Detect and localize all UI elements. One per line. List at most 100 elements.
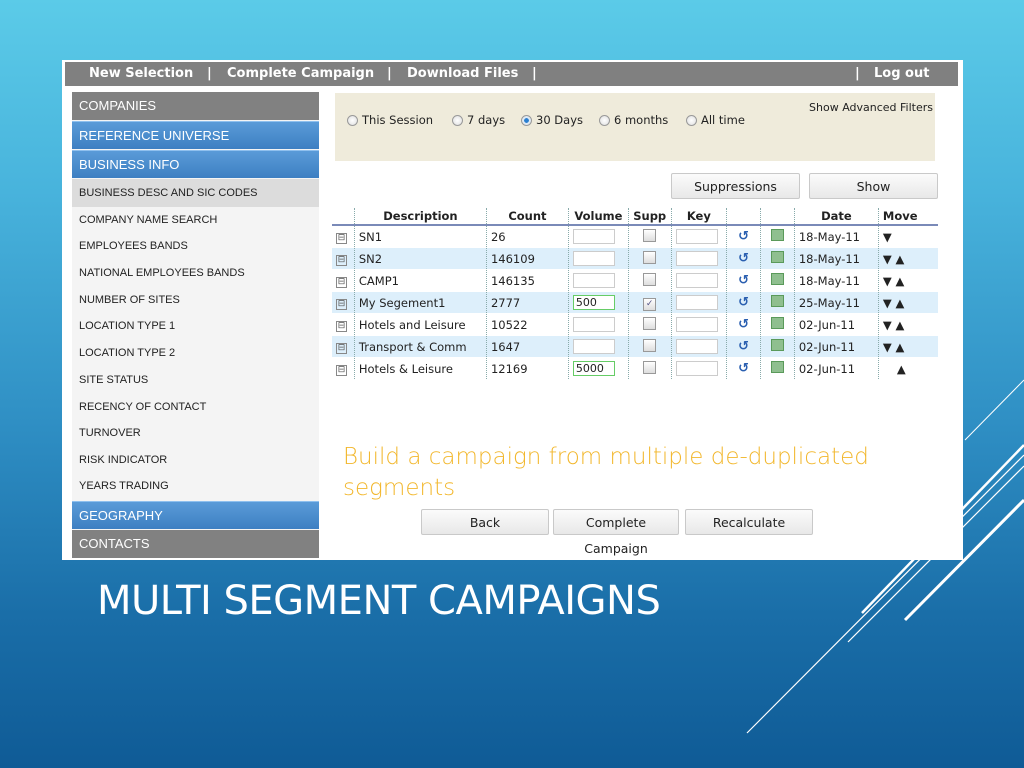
collapse-icon[interactable]: ⊟ bbox=[336, 321, 347, 332]
move-down-icon[interactable]: ▼ bbox=[883, 230, 892, 244]
sidebar-section-contacts[interactable]: CONTACTS bbox=[72, 530, 319, 558]
col-header-key[interactable]: Key bbox=[670, 208, 727, 226]
key-input[interactable] bbox=[675, 295, 718, 310]
complete-campaign-button[interactable]: Complete Campaign bbox=[553, 509, 679, 556]
sidebar-item-location-type-1[interactable]: LOCATION TYPE 1 bbox=[72, 313, 319, 339]
col-header-count[interactable]: Count bbox=[485, 208, 569, 226]
collapse-icon[interactable]: ⊟ bbox=[336, 365, 347, 376]
sidebar-section-business-info[interactable]: BUSINESS INFO bbox=[72, 150, 319, 178]
collapse-icon[interactable]: ⊟ bbox=[336, 343, 347, 354]
volume-input[interactable] bbox=[572, 273, 615, 288]
sidebar-item-turnover[interactable]: TURNOVER bbox=[72, 420, 319, 446]
slide-title: MULTI SEGMENT CAMPAIGNS bbox=[97, 578, 661, 624]
move-down-icon[interactable]: ▼ bbox=[883, 296, 892, 310]
supp-checkbox[interactable] bbox=[643, 250, 657, 264]
move-up-icon[interactable]: ▲ bbox=[895, 296, 904, 310]
radio-label: 6 months bbox=[614, 113, 669, 127]
move-down-icon[interactable]: ▼ bbox=[883, 274, 892, 288]
supp-checkbox[interactable] bbox=[643, 360, 657, 374]
suppressions-button[interactable]: Suppressions bbox=[671, 173, 800, 199]
volume-input[interactable] bbox=[572, 229, 615, 244]
back-button[interactable]: Back bbox=[421, 509, 549, 535]
excel-icon[interactable] bbox=[770, 251, 784, 263]
supp-checkbox[interactable]: ✓ bbox=[643, 297, 657, 311]
sidebar-section-geography[interactable]: GEOGRAPHY bbox=[72, 501, 319, 529]
collapse-icon[interactable]: ⊟ bbox=[336, 233, 347, 244]
sidebar-section-companies[interactable]: COMPANIES bbox=[72, 92, 319, 120]
row-undo-cell: ↺ bbox=[726, 269, 761, 292]
sidebar-item-site-status[interactable]: SITE STATUS bbox=[72, 367, 319, 393]
key-input[interactable] bbox=[675, 229, 718, 244]
key-input[interactable] bbox=[675, 273, 718, 288]
nav-log-out[interactable]: Log out bbox=[874, 62, 929, 86]
move-down-icon[interactable]: ▼ bbox=[883, 252, 892, 266]
collapse-icon[interactable]: ⊟ bbox=[336, 255, 347, 266]
nav-download-files[interactable]: Download Files bbox=[407, 62, 518, 86]
supp-checkbox[interactable] bbox=[643, 228, 657, 242]
col-header-description[interactable]: Description bbox=[353, 208, 487, 226]
nav-new-selection[interactable]: New Selection bbox=[89, 62, 193, 86]
recalculate-button[interactable]: Recalculate bbox=[685, 509, 813, 535]
move-up-icon[interactable]: ▲ bbox=[895, 318, 904, 332]
supp-checkbox[interactable] bbox=[643, 272, 657, 286]
excel-icon[interactable] bbox=[770, 295, 784, 307]
sidebar-section-reference-universe[interactable]: REFERENCE UNIVERSE bbox=[72, 121, 319, 149]
collapse-icon[interactable]: ⊟ bbox=[336, 299, 347, 310]
row-date: 18-May-11 bbox=[793, 247, 879, 270]
sidebar-item-national-employees-bands[interactable]: NATIONAL EMPLOYEES BANDS bbox=[72, 260, 319, 286]
sidebar-item-risk-indicator[interactable]: RISK INDICATOR bbox=[72, 447, 319, 473]
radio-label: 30 Days bbox=[536, 113, 583, 127]
volume-input[interactable] bbox=[572, 339, 615, 354]
col-header-volume[interactable]: Volume bbox=[567, 208, 629, 226]
key-input[interactable] bbox=[675, 251, 718, 266]
undo-icon[interactable]: ↺ bbox=[738, 295, 749, 310]
col-header-supp[interactable]: Supp bbox=[627, 208, 671, 226]
sidebar-item-years-trading[interactable]: YEARS TRADING bbox=[72, 473, 319, 499]
nav-complete-campaign[interactable]: Complete Campaign bbox=[227, 62, 374, 86]
supp-checkbox[interactable] bbox=[643, 316, 657, 330]
volume-input[interactable] bbox=[572, 251, 615, 266]
excel-icon[interactable] bbox=[770, 229, 784, 241]
radio-all-time[interactable]: All time bbox=[686, 113, 745, 127]
undo-icon[interactable]: ↺ bbox=[738, 273, 749, 288]
sidebar-item-company-name-search[interactable]: COMPANY NAME SEARCH bbox=[72, 207, 319, 233]
key-input[interactable] bbox=[675, 317, 718, 332]
sidebar-item-employees-bands[interactable]: EMPLOYEES BANDS bbox=[72, 233, 319, 259]
undo-icon[interactable]: ↺ bbox=[738, 339, 749, 354]
sidebar-item-recency-of-contact[interactable]: RECENCY OF CONTACT bbox=[72, 394, 319, 420]
volume-input[interactable]: 500 bbox=[572, 295, 615, 310]
radio-7-days[interactable]: 7 days bbox=[452, 113, 505, 127]
excel-icon[interactable] bbox=[770, 273, 784, 285]
move-up-icon[interactable]: ▲ bbox=[897, 362, 906, 376]
key-input[interactable] bbox=[675, 361, 718, 376]
key-input[interactable] bbox=[675, 339, 718, 354]
volume-input[interactable] bbox=[572, 317, 615, 332]
sidebar-item-location-type-2[interactable]: LOCATION TYPE 2 bbox=[72, 340, 319, 366]
supp-checkbox[interactable] bbox=[643, 338, 657, 352]
radio-this-session[interactable]: This Session bbox=[347, 113, 433, 127]
row-volume-cell bbox=[567, 247, 629, 270]
move-down-icon[interactable]: ▼ bbox=[883, 318, 892, 332]
volume-input[interactable]: 5000 bbox=[572, 361, 615, 376]
excel-icon[interactable] bbox=[770, 361, 784, 373]
move-up-icon[interactable]: ▲ bbox=[895, 340, 904, 354]
show-button[interactable]: Show bbox=[809, 173, 938, 199]
move-down-icon[interactable]: ▼ bbox=[883, 340, 892, 354]
sidebar-item-business-desc[interactable]: BUSINESS DESC AND SIC CODES bbox=[72, 179, 319, 207]
sidebar-item-number-of-sites[interactable]: NUMBER OF SITES bbox=[72, 287, 319, 313]
radio-30-days[interactable]: 30 Days bbox=[521, 113, 583, 127]
undo-icon[interactable]: ↺ bbox=[738, 229, 749, 244]
undo-icon[interactable]: ↺ bbox=[738, 251, 749, 266]
show-advanced-filters-link[interactable]: Show Advanced Filters bbox=[809, 101, 933, 114]
move-up-icon[interactable]: ▲ bbox=[895, 274, 904, 288]
row-move-cell: ▼ ▲ bbox=[877, 335, 938, 358]
collapse-icon[interactable]: ⊟ bbox=[336, 277, 347, 288]
move-up-icon[interactable]: ▲ bbox=[895, 252, 904, 266]
undo-icon[interactable]: ↺ bbox=[738, 361, 749, 376]
col-header-date[interactable]: Date bbox=[793, 208, 879, 226]
excel-icon[interactable] bbox=[770, 317, 784, 329]
radio-selected-icon bbox=[521, 114, 532, 126]
excel-icon[interactable] bbox=[770, 339, 784, 351]
undo-icon[interactable]: ↺ bbox=[738, 317, 749, 332]
radio-6-months[interactable]: 6 months bbox=[599, 113, 668, 127]
